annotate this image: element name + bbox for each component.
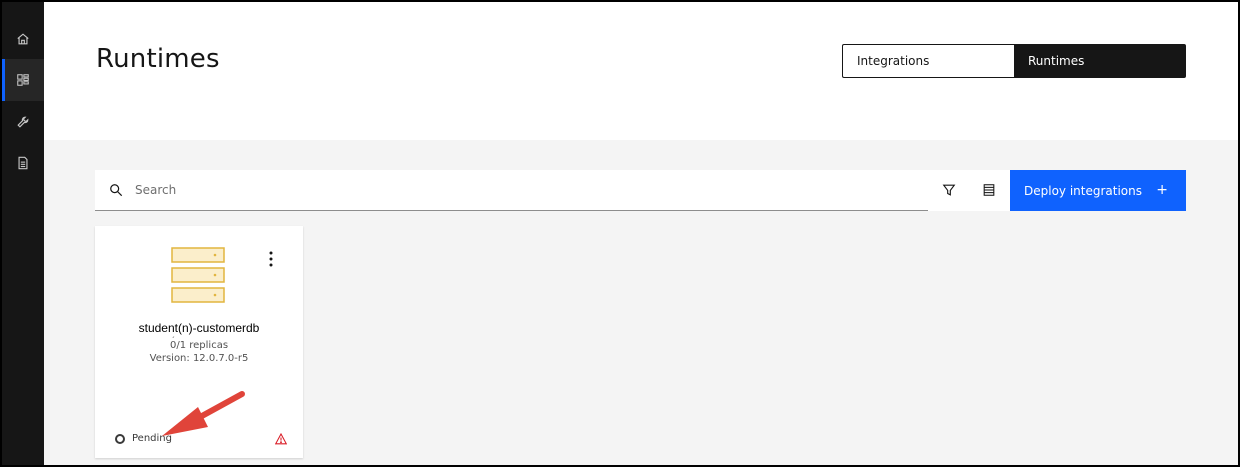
runtime-card[interactable]: student(n)-customerdb ´ 0/1 replicas Ver… [95, 226, 303, 458]
search-input[interactable] [135, 170, 915, 210]
filter-icon[interactable] [942, 183, 956, 197]
page-title: Runtimes [96, 44, 220, 74]
home-icon [17, 33, 29, 45]
dashboard-icon [17, 74, 29, 86]
deploy-button-label: Deploy integrations [1024, 183, 1143, 198]
search-box [95, 170, 928, 211]
app-frame: Runtimes Integrations Runtimes Deploy in… [2, 2, 1238, 465]
rail-item-tools[interactable] [2, 101, 44, 143]
side-nav-rail [2, 2, 44, 465]
plus-icon: + [1156, 182, 1168, 198]
server-icon [171, 247, 225, 303]
runtime-name: student(n)-customerdb [138, 321, 260, 335]
integrations-tab[interactable]: Integrations [842, 44, 1014, 78]
runtimes-tab[interactable]: Runtimes [1014, 44, 1186, 78]
runtime-version: Version: 12.0.7.0-r5 [149, 353, 249, 364]
replicas-count: 0/1 replicas [169, 340, 229, 351]
rail-item-dashboard[interactable] [2, 59, 44, 101]
document-icon [18, 156, 28, 170]
rail-item-documents[interactable] [2, 142, 44, 184]
rail-item-home[interactable] [2, 18, 44, 60]
page-header: Runtimes Integrations Runtimes [44, 2, 1238, 140]
deploy-integrations-button[interactable]: Deploy integrations + [1010, 170, 1186, 211]
search-icon [110, 184, 123, 197]
pending-status-icon [115, 433, 125, 444]
toolbar: Deploy integrations + [95, 170, 1186, 211]
wrench-icon [17, 116, 29, 128]
status-text: Pending [132, 433, 172, 444]
table-view-icon[interactable] [982, 183, 996, 197]
overflow-menu-icon[interactable] [269, 251, 273, 267]
warning-icon[interactable] [275, 433, 287, 445]
view-switcher: Integrations Runtimes [842, 44, 1186, 78]
status-indicator: Pending [115, 433, 172, 444]
